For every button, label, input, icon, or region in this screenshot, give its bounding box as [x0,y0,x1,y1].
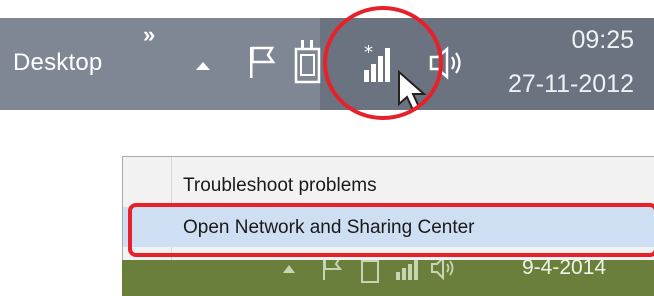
power-plug-icon[interactable] [292,38,324,84]
menu-item-troubleshoot-problems[interactable]: Troubleshoot problems [123,165,654,205]
menu-item-label: Troubleshoot problems [183,175,377,196]
highlight-circle-annotation [323,6,443,120]
taskbar-top: Desktop » * 09:25 27-11-2012 [0,0,654,126]
network-context-menu-area: 9-4-2014 Troubleshoot problems Open Netw… [122,156,654,296]
desktop-toolbar-label[interactable]: Desktop [13,49,102,77]
clock-date[interactable]: 27-11-2012 [484,70,634,99]
action-center-flag-icon[interactable] [248,44,276,80]
show-hidden-icons-arrow-icon[interactable] [282,264,296,274]
clock-time[interactable]: 09:25 [484,26,634,55]
highlight-rect-annotation [128,203,654,257]
toolbar-overflow-chevron-icon[interactable]: » [143,22,155,48]
show-hidden-icons-arrow-icon[interactable] [195,60,211,72]
